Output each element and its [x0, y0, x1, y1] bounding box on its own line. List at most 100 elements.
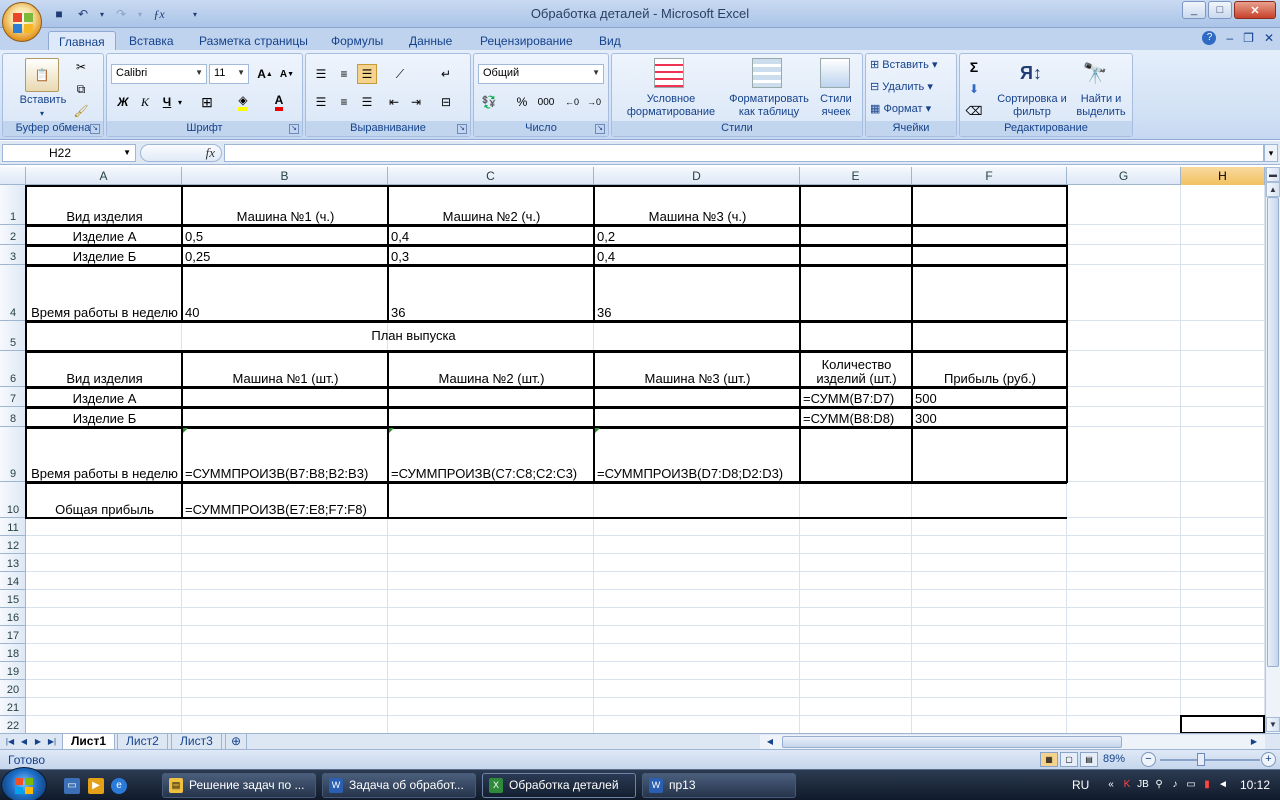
zoom-level[interactable]: 89%	[1103, 753, 1125, 765]
battery-icon[interactable]: ▮	[1200, 778, 1214, 792]
row-header-1[interactable]: 1	[0, 185, 26, 225]
number-launcher-icon[interactable]: ↘	[595, 124, 605, 134]
thousands-button[interactable]: 000	[536, 92, 556, 112]
tab-page-layout[interactable]: Разметка страницы	[189, 31, 318, 50]
column-header-g[interactable]: G	[1067, 167, 1181, 185]
horizontal-scrollbar[interactable]: ◀ ▶	[760, 735, 1265, 749]
fill-icon[interactable]: ⬇	[964, 79, 984, 99]
cell-f8[interactable]: 300	[912, 407, 1067, 427]
cell-c3[interactable]: 0,3	[388, 245, 594, 265]
speaker-icon[interactable]: ◄	[1216, 778, 1230, 792]
align-left-icon[interactable]: ☰	[311, 92, 331, 112]
cell-a9[interactable]: Время работы в неделю	[26, 427, 182, 482]
borders-icon[interactable]: ⊞	[197, 92, 217, 112]
cell-a6[interactable]: Вид изделия	[26, 351, 182, 387]
shrink-font-icon[interactable]: A ▼	[277, 64, 297, 84]
row-header-12[interactable]: 12	[0, 536, 26, 554]
row-header-3[interactable]: 3	[0, 245, 26, 265]
cell-a8[interactable]: Изделие Б	[26, 407, 182, 427]
workbook-close-icon[interactable]: ✕	[1264, 31, 1274, 45]
clear-icon[interactable]: ⌫	[964, 101, 984, 121]
cell-c4[interactable]: 36	[388, 265, 594, 321]
sort-filter-button[interactable]: Сортировка и фильтр	[994, 93, 1070, 119]
name-box[interactable]: H22 ▼	[2, 144, 136, 162]
sheet-tab-2[interactable]: Лист2	[117, 734, 168, 750]
conditional-format-button[interactable]: Условное форматирование	[616, 93, 726, 119]
autosum-icon[interactable]: Σ	[964, 57, 984, 77]
scroll-up-icon[interactable]: ▲	[1266, 182, 1280, 197]
find-select-button[interactable]: Найти и выделить	[1070, 93, 1132, 119]
orientation-icon[interactable]: ⟋	[390, 64, 410, 84]
tray-expand-icon[interactable]: «	[1104, 778, 1118, 792]
zoom-in-icon[interactable]: +	[1261, 752, 1276, 767]
cell-b6[interactable]: Машина №1 (шт.)	[182, 351, 388, 387]
clock[interactable]: 10:12	[1240, 778, 1270, 792]
language-indicator[interactable]: RU	[1072, 778, 1089, 792]
cell-b3[interactable]: 0,25	[182, 245, 388, 265]
antivirus-icon[interactable]: K	[1120, 778, 1134, 792]
row-header-16[interactable]: 16	[0, 608, 26, 626]
cell-e7[interactable]: =СУММ(B7:D7)	[800, 387, 912, 407]
row-header-8[interactable]: 8	[0, 407, 26, 427]
sheet-tab-3[interactable]: Лист3	[171, 734, 222, 750]
column-header-b[interactable]: B	[182, 167, 388, 185]
row-header-13[interactable]: 13	[0, 554, 26, 572]
scroll-down-icon[interactable]: ▼	[1266, 717, 1280, 732]
cell-a7[interactable]: Изделие А	[26, 387, 182, 407]
decrease-decimal-icon[interactable]: →0	[584, 92, 604, 112]
start-button[interactable]	[1, 767, 47, 800]
row-header-18[interactable]: 18	[0, 644, 26, 662]
font-size-combo[interactable]: 11 ▼	[209, 64, 249, 84]
merge-center-icon[interactable]: ⊟	[436, 92, 456, 112]
cell-a10[interactable]: Общая прибыль	[26, 482, 182, 518]
cell-d2[interactable]: 0,2	[594, 225, 800, 245]
row-header-21[interactable]: 21	[0, 698, 26, 716]
horizontal-scroll-thumb[interactable]	[782, 736, 1122, 748]
row-header-7[interactable]: 7	[0, 387, 26, 407]
row-header-5[interactable]: 5	[0, 321, 26, 351]
paste-icon[interactable]: 📋	[25, 58, 59, 92]
paste-button[interactable]: Вставить	[9, 94, 77, 107]
row-header-22[interactable]: 22	[0, 716, 26, 733]
insert-sheet-icon[interactable]: ⊕	[225, 734, 248, 750]
alignment-launcher-icon[interactable]: ↘	[457, 124, 467, 134]
row-header-20[interactable]: 20	[0, 680, 26, 698]
cell-e6[interactable]: Количество изделий (шт.)	[800, 351, 912, 387]
formula-input[interactable]	[224, 144, 1264, 162]
cell-d3[interactable]: 0,4	[594, 245, 800, 265]
taskbar-item-excel[interactable]: X Обработка деталей	[482, 773, 636, 798]
row-header-2[interactable]: 2	[0, 225, 26, 245]
row-header-19[interactable]: 19	[0, 662, 26, 680]
prev-sheet-icon[interactable]: ◀	[18, 735, 30, 748]
align-top-icon[interactable]: ☰	[311, 64, 331, 84]
italic-button[interactable]: К	[135, 92, 155, 112]
tab-formulas[interactable]: Формулы	[321, 31, 393, 50]
row-header-15[interactable]: 15	[0, 590, 26, 608]
tab-data[interactable]: Данные	[399, 31, 462, 50]
display-icon[interactable]: ▭	[1184, 778, 1198, 792]
underline-button[interactable]: Ч	[157, 92, 177, 112]
cell-d4[interactable]: 36	[594, 265, 800, 321]
close-button[interactable]: ✕	[1234, 1, 1276, 19]
column-header-a[interactable]: A	[26, 167, 182, 185]
page-layout-view-icon[interactable]: ▢	[1060, 752, 1078, 767]
network-icon[interactable]: ⚲	[1152, 778, 1166, 792]
column-header-e[interactable]: E	[800, 167, 912, 185]
formula-warning-icon[interactable]	[389, 428, 394, 433]
align-right-icon[interactable]: ☰	[357, 92, 377, 112]
font-launcher-icon[interactable]: ↘	[289, 124, 299, 134]
cell-b9[interactable]: =СУММПРОИЗВ(B7:B8;B2:B3)	[182, 427, 388, 482]
row-header-11[interactable]: 11	[0, 518, 26, 536]
cell-c2[interactable]: 0,4	[388, 225, 594, 245]
fill-color-icon[interactable]: ◈	[233, 92, 253, 112]
increase-decimal-icon[interactable]: ←0	[562, 92, 582, 112]
workbook-minimize-icon[interactable]: –	[1226, 31, 1233, 45]
normal-view-icon[interactable]: ▦	[1040, 752, 1058, 767]
wrap-text-icon[interactable]: ↵	[436, 64, 456, 84]
row-header-6[interactable]: 6	[0, 351, 26, 387]
office-button[interactable]	[2, 2, 42, 42]
cell-f6[interactable]: Прибыль (руб.)	[912, 351, 1067, 387]
cell-a5[interactable]: План выпуска	[26, 321, 800, 351]
split-box-icon[interactable]: ▬	[1266, 167, 1280, 182]
cell-b4[interactable]: 40	[182, 265, 388, 321]
